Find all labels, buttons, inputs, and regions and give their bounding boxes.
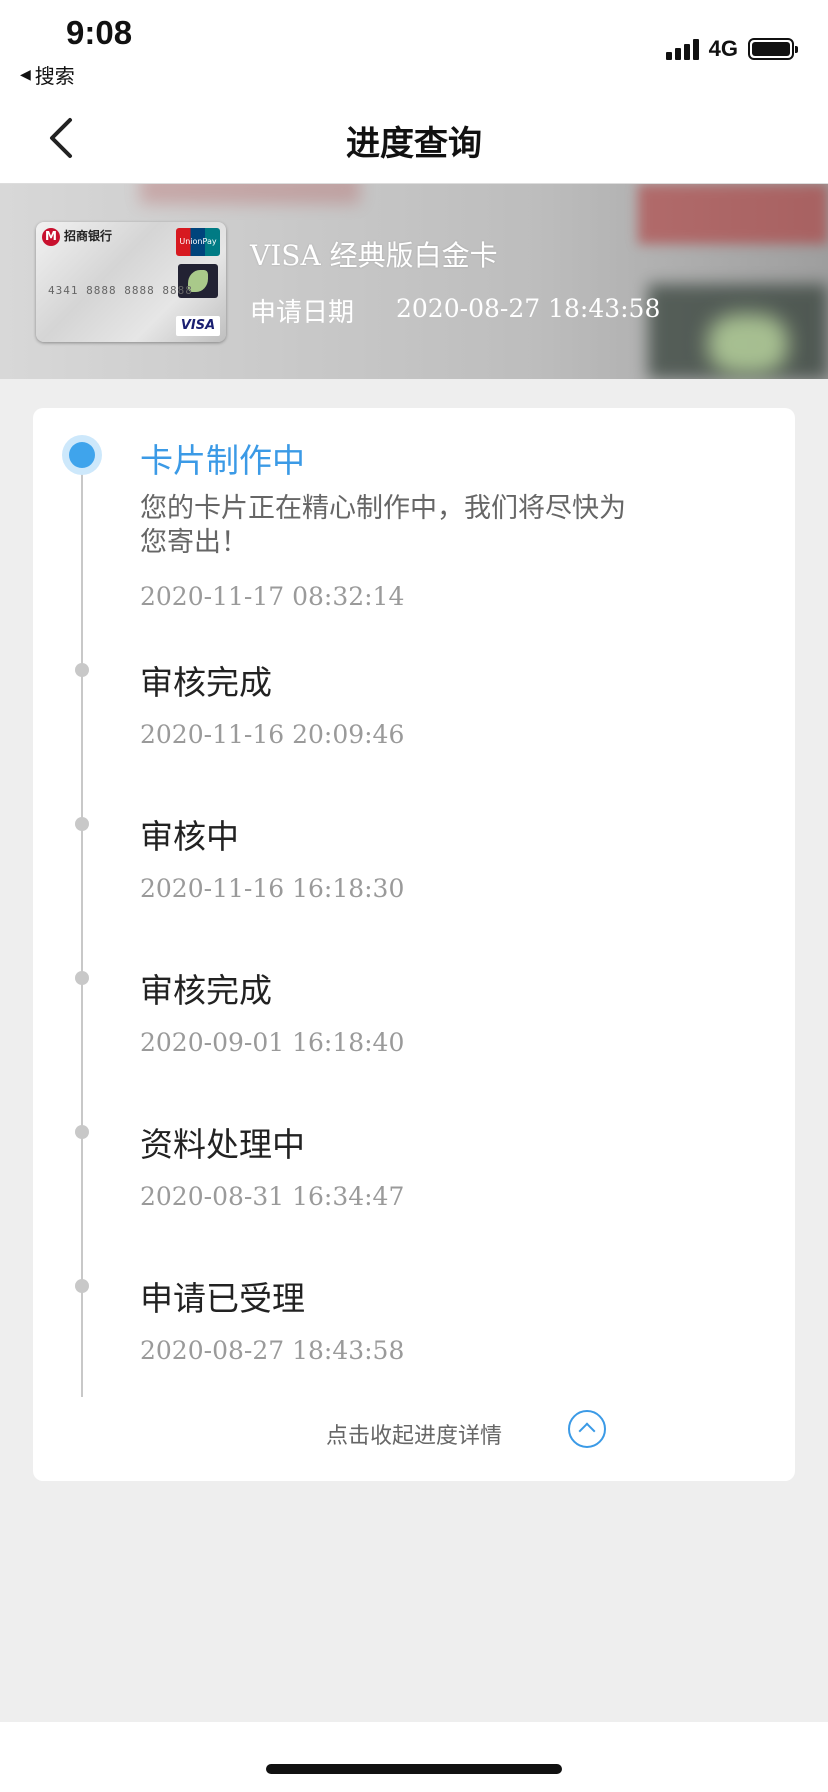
step-title: 资料处理中 [140,1125,305,1164]
step-dot-icon [75,1279,89,1293]
step-dot-icon [75,663,89,677]
step-title: 申请已受理 [140,1279,305,1318]
active-step-dot-icon [62,435,102,475]
step-title: 审核完成 [140,663,272,702]
step-time: 2020-08-27 18:43:58 [140,1336,405,1365]
step-dot-icon [75,817,89,831]
back-to-app-link[interactable]: ◀ 搜索 [20,60,75,89]
chevron-up-icon[interactable] [568,1410,606,1448]
status-indicators: 4G [665,36,798,62]
unionpay-logo-icon: UnionPay 银联 [176,228,220,274]
card-product-name: VISA 经典版白金卡 [250,239,498,272]
step-time: 2020-11-16 16:18:30 [140,874,405,903]
cmb-logo-icon [42,228,60,246]
status-bar: 9:08 ◀ 搜索 4G [0,0,828,92]
step-title: 卡片制作中 [140,441,305,480]
battery-icon [748,38,798,60]
status-time: 9:08 [66,14,133,51]
collapse-details-button[interactable]: 点击收起进度详情 [33,1408,795,1468]
apply-date-label: 申请日期 [250,298,355,328]
timeline-line [81,455,83,1397]
step-time: 2020-09-01 16:18:40 [140,1028,405,1057]
step-time: 2020-11-16 20:09:46 [140,720,405,749]
home-indicator[interactable] [266,1764,562,1774]
step-dot-icon [75,1125,89,1139]
card-bank-name: 招商银行 [64,229,113,243]
back-triangle-icon: ◀ [20,66,31,83]
step-title: 审核完成 [140,971,272,1010]
bottom-safe-area [0,1722,828,1792]
back-app-label: 搜索 [34,64,75,88]
step-dot-icon [75,971,89,985]
card-number: 4341 8888 8888 8888 [48,284,193,297]
nav-bar: 进度查询 [0,92,828,184]
step-time: 2020-08-31 16:34:47 [140,1182,405,1211]
card-banner: 招商银行 UnionPay 银联 4341 8888 8888 8888 VIS… [0,184,828,379]
page-title: 进度查询 [346,124,482,164]
step-title: 审核中 [140,817,239,856]
apply-date-value: 2020-08-27 18:43:58 [396,294,661,323]
collapse-details-label: 点击收起进度详情 [326,1424,503,1449]
network-type: 4G [708,36,738,61]
visa-logo-icon: VISA [176,316,220,336]
step-description: 您的卡片正在精心制作中，我们将尽快为您寄出！ [140,493,626,558]
progress-card [33,408,795,1481]
signal-icon [665,38,699,60]
card-image: 招商银行 UnionPay 银联 4341 8888 8888 8888 VIS… [36,222,226,342]
step-time: 2020-11-17 08:32:14 [140,582,405,611]
